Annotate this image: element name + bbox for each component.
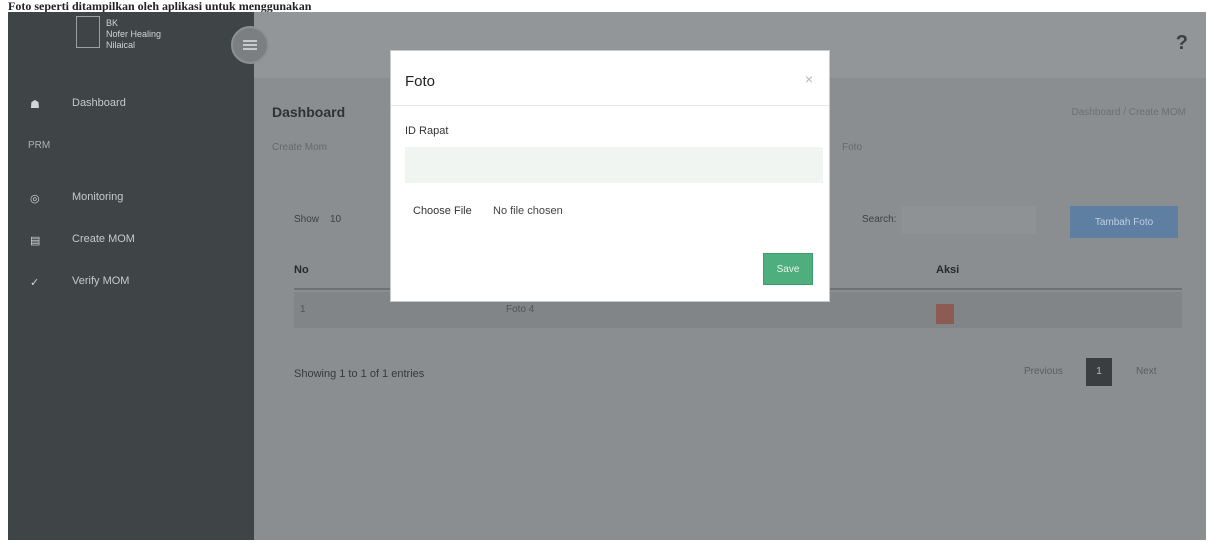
page-title: Dashboard [272,104,346,120]
delete-button[interactable] [936,304,954,324]
modal-divider [391,105,829,106]
id-rapat-input[interactable] [405,147,823,183]
sidebar-toggle-button[interactable] [231,26,269,64]
id-rapat-label: ID Rapat [405,125,449,137]
brand-line-2: Nofer Healing [106,29,162,39]
sidebar-section-label: PRM [28,140,51,151]
document-caption: Foto seperti ditampilkan oleh aplikasi u… [8,0,312,12]
sidebar: BK Nofer Healing Nilaical ☗ Dashboard PR… [8,12,254,540]
tab-create-mom[interactable]: Create Mom [272,142,327,153]
pagination-page-current[interactable]: 1 [1086,358,1112,386]
pagination: Previous 1 Next [1024,358,1194,386]
document-icon: ▤ [30,235,41,247]
brand-text: BK Nofer Healing Nilaical [106,18,216,51]
row-number: 1 [300,304,306,315]
row-name: Foto 4 [506,304,535,315]
check-icon: ✓ [30,277,40,289]
column-header-aksi[interactable]: Aksi [936,264,959,276]
entries-length-control[interactable]: Show 10 [294,206,384,232]
sidebar-item-label: Dashboard [72,97,126,109]
sidebar-item-dashboard[interactable]: ☗ Dashboard [8,90,254,118]
choose-file-button[interactable]: Choose File [413,205,472,217]
sidebar-item-monitoring[interactable]: ◎ Monitoring [8,184,254,212]
sidebar-item-label: Verify MOM [72,275,130,287]
monitor-icon: ◎ [30,193,40,205]
brand-line-1: BK [106,18,119,28]
add-foto-button[interactable]: Tambah Foto [1070,206,1178,238]
foto-modal: Foto × ID Rapat Choose File No file chos… [390,50,830,302]
home-icon: ☗ [30,99,40,111]
sidebar-item-label: Monitoring [72,191,124,203]
logo-mark-icon [76,16,100,48]
sidebar-item-label: Create MOM [72,233,135,245]
sidebar-item-create-mom[interactable]: ▤ Create MOM [8,226,254,254]
brand-line-3: Nilaical [106,40,136,50]
file-status-text: No file chosen [493,205,563,217]
search-label: Search: [862,214,897,225]
modal-title: Foto [405,73,436,90]
table-info: Showing 1 to 1 of 1 entries [294,368,425,380]
pagination-previous[interactable]: Previous [1024,366,1063,377]
save-button[interactable]: Save [763,253,813,285]
pagination-next[interactable]: Next [1136,366,1157,377]
search-input[interactable] [902,206,1036,234]
entries-select[interactable]: 10 [330,214,341,225]
show-label: Show [294,214,320,225]
breadcrumb[interactable]: Dashboard / Create MOM [1072,107,1187,118]
close-icon[interactable]: × [805,71,813,87]
hamburger-icon [243,40,257,42]
column-header-no[interactable]: No [294,264,309,276]
tab-foto[interactable]: Foto [842,142,862,153]
brand-logo: BK Nofer Healing Nilaical [76,16,226,51]
app-window: BK Nofer Healing Nilaical ☗ Dashboard PR… [8,12,1206,540]
help-icon[interactable]: ? [1176,32,1188,55]
sidebar-item-verify-mom[interactable]: ✓ Verify MOM [8,268,254,296]
